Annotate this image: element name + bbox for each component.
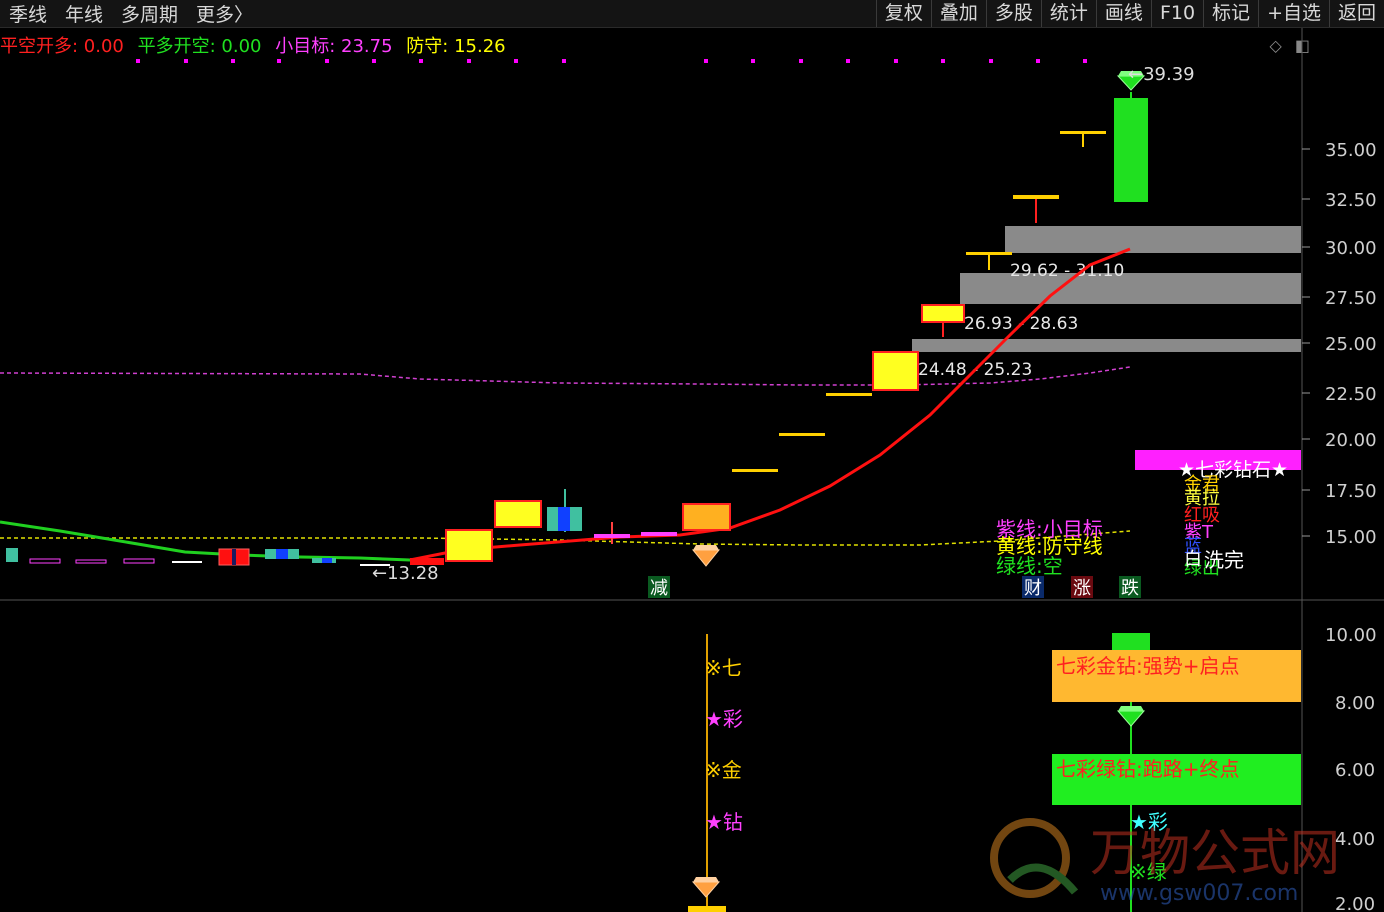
- signal-cai: 财: [1024, 578, 1042, 599]
- main-price-axis: 35.00 32.50 30.00 27.50 25.00 22.50 20.0…: [1325, 140, 1377, 548]
- add-watchlist-button[interactable]: +自选: [1258, 0, 1329, 27]
- tick-label: 4.00: [1335, 829, 1375, 850]
- multi-stock-button[interactable]: 多股: [985, 0, 1041, 27]
- top-markers: [136, 59, 1087, 63]
- signal-marks: 减 财 涨 跌: [648, 576, 1141, 599]
- diamond-icon: [1116, 706, 1146, 727]
- zone-label: 29.62 - 31.10: [1010, 261, 1124, 281]
- tick-label: 6.00: [1335, 760, 1375, 781]
- tab-year[interactable]: 年线: [56, 0, 112, 27]
- watermark-logo-icon: [990, 818, 1070, 898]
- tick-label: 27.50: [1325, 288, 1377, 309]
- period-tabs: 季线 年线 多周期 更多〉: [0, 0, 262, 27]
- tick-label: 35.00: [1325, 140, 1377, 161]
- sub-label: ※金: [705, 758, 742, 782]
- tick-label: 20.00: [1325, 430, 1377, 451]
- overlay-button[interactable]: 叠加: [930, 0, 986, 27]
- tick-label: 30.00: [1325, 238, 1377, 259]
- side-label-stack: 金君 黄拉 红吸 紫T 蓝 绿出 白 洗完: [1184, 474, 1244, 579]
- ma-green-line: [0, 520, 411, 562]
- sub-bar: [688, 906, 726, 912]
- tick-label: 8.00: [1335, 693, 1375, 714]
- signal-zhang: 涨: [1073, 578, 1091, 599]
- tick-label: 32.50: [1325, 190, 1377, 211]
- draw-line-button[interactable]: 画线: [1095, 0, 1151, 27]
- diamond-icon: [691, 545, 721, 567]
- line-legend-item: 绿线:空: [996, 554, 1063, 578]
- signal-die: 跌: [1121, 578, 1139, 599]
- mark-button[interactable]: 标记: [1203, 0, 1258, 27]
- watermark-url: www.gsw007.com: [1100, 881, 1298, 906]
- tick-label: 10.00: [1325, 625, 1377, 646]
- fuquan-button[interactable]: 复权: [875, 0, 931, 27]
- watermark: 万物公式网 www.gsw007.com: [990, 818, 1340, 906]
- gold-box-label: 七彩金钻:强势+启点: [1056, 654, 1240, 678]
- kline-chart: 35.00 32.50 30.00 27.50 25.00 22.50 20.0…: [0, 28, 1384, 912]
- tab-multi-period[interactable]: 多周期: [112, 0, 187, 27]
- stats-button[interactable]: 统计: [1040, 0, 1096, 27]
- tab-quarter[interactable]: 季线: [0, 0, 56, 27]
- top-toolbar: 季线 年线 多周期 更多〉 复权 叠加 多股 统计 画线 F10 标记 +自选 …: [0, 0, 1384, 28]
- signal-jian: 减: [650, 578, 668, 599]
- sub-label: ★彩: [705, 707, 743, 731]
- sub-label: ※七: [705, 656, 742, 680]
- tick-label: 2.00: [1335, 894, 1375, 912]
- sub-signal-labels: ※七 ★彩 ※金 ★钻: [705, 656, 743, 834]
- tick-label: 17.50: [1325, 481, 1377, 502]
- zone-box: [912, 339, 1301, 352]
- tool-buttons: 复权 叠加 多股 统计 画线 F10 标记 +自选 返回: [875, 0, 1384, 27]
- sub-bar: [1112, 633, 1150, 651]
- back-button[interactable]: 返回: [1328, 0, 1384, 27]
- low-price-label: ←13.28: [372, 563, 439, 584]
- main-axis-ticks: [1302, 148, 1310, 537]
- line-legend: 紫线:小目标 黄线:防守线 绿线:空: [996, 517, 1103, 578]
- f10-button[interactable]: F10: [1150, 0, 1203, 27]
- tab-more[interactable]: 更多〉: [187, 0, 262, 27]
- sub-label: ★钻: [705, 810, 743, 834]
- zone-box: [1005, 226, 1301, 253]
- tick-label: 22.50: [1325, 384, 1377, 405]
- side-label: 白: [1184, 549, 1202, 570]
- green-box-label: 七彩绿钻:跑路+终点: [1056, 757, 1240, 781]
- diamond-icon: [691, 877, 721, 898]
- wash-label: 洗完: [1204, 548, 1244, 572]
- tick-label: 25.00: [1325, 334, 1377, 355]
- high-price-label: ←39.39: [1128, 64, 1195, 85]
- tick-label: 15.00: [1325, 527, 1377, 548]
- watermark-cn: 万物公式网: [1090, 824, 1340, 882]
